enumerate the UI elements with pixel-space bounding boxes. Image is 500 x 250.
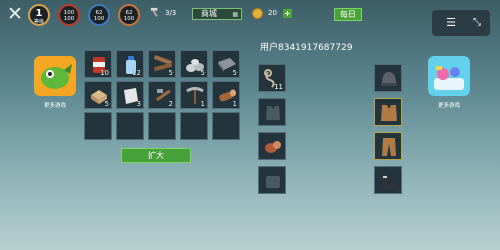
shop-label: 商城 (201, 9, 217, 18)
inventory-slot-empty[interactable] (116, 112, 144, 140)
inventory-slot-empty[interactable] (212, 112, 240, 140)
item-count: 5 (232, 69, 237, 77)
food-stat: 62 100 (118, 4, 140, 26)
meat-icon (265, 141, 281, 153)
coin-icon (252, 8, 263, 19)
beanie-icon (381, 72, 397, 86)
more-games-label: 更多游戏 (43, 103, 66, 109)
coin-count: 20 (268, 9, 277, 17)
hand-slot[interactable] (258, 132, 286, 160)
more-games-label: 更多游戏 (437, 103, 460, 109)
more-games-icon (34, 56, 76, 96)
inventory-slot[interactable]: 1 (180, 81, 208, 109)
more-games-icon (428, 56, 470, 96)
level-label: 等级 (33, 19, 44, 25)
level-badge: 1 等级 (28, 4, 50, 26)
inventory-slot[interactable]: 12 (116, 50, 144, 78)
hand-slot[interactable]: 11 (258, 64, 286, 92)
item-count: 3 (136, 100, 141, 108)
health-max: 100 (63, 16, 75, 22)
add-coins-button[interactable]: + (283, 9, 292, 18)
shop-icon: ▦ (232, 11, 238, 18)
inventory-slot[interactable]: 5 (212, 50, 240, 78)
equipment-slot-head[interactable] (374, 64, 402, 92)
menu-icon: ☰ (446, 16, 456, 29)
item-count: 2 (168, 100, 173, 108)
boots-slot-icon (266, 176, 280, 188)
build-counter: 3/3 (165, 9, 177, 17)
hand-slot[interactable] (258, 166, 286, 194)
expand-inventory-button[interactable]: 扩大 (121, 148, 191, 163)
vest-slot-icon (266, 106, 280, 120)
close-button[interactable]: ✕ (7, 3, 23, 25)
boots-icon (382, 174, 396, 189)
close-icon: ✕ (7, 3, 23, 25)
leather-vest-icon (381, 105, 397, 121)
inventory-slot[interactable]: 5 (84, 81, 112, 109)
inventory-slot[interactable]: 3 (116, 81, 144, 109)
more-games-left[interactable]: 更多游戏 (34, 56, 76, 109)
player-name: 用户8341917687729 (260, 43, 353, 53)
collapse-button[interactable]: ⤡ (470, 16, 484, 30)
inventory-slot[interactable]: 2 (148, 81, 176, 109)
item-count: 1 (232, 100, 237, 108)
shop-button[interactable]: 商城 ▦ (192, 8, 242, 20)
item-count: 10 (100, 69, 109, 77)
item-count: 5 (104, 100, 109, 108)
item-count: 5 (168, 69, 173, 77)
inventory-slot[interactable]: 10 (84, 50, 112, 78)
health-stat: 100 100 (58, 4, 80, 26)
equipment-slot-feet[interactable] (374, 166, 402, 194)
more-games-right[interactable]: 更多游戏 (428, 56, 470, 109)
leather-pants-icon (382, 138, 396, 156)
top-hud: ✕ 1 等级 100 100 62 100 62 100 3/3 商城 ▦ 20… (0, 0, 500, 30)
equipment-slot-body[interactable] (374, 98, 402, 126)
collapse-icon: ⤡ (473, 17, 481, 28)
inventory-slot-empty[interactable] (148, 112, 176, 140)
inventory-slot[interactable]: 5 (180, 50, 208, 78)
hammer-icon (150, 7, 158, 17)
item-count: 1 (200, 100, 205, 108)
food-max: 100 (123, 16, 135, 22)
water-stat: 62 100 (88, 4, 110, 26)
item-count: 11 (274, 83, 283, 91)
daily-button[interactable]: 每日 (334, 8, 362, 21)
inventory-slot[interactable]: 5 (148, 50, 176, 78)
inventory-slot[interactable]: 1 (212, 81, 240, 109)
inventory-slot-empty[interactable] (84, 112, 112, 140)
menu-button[interactable]: ☰ (444, 16, 458, 30)
inventory-slot-empty[interactable] (180, 112, 208, 140)
item-count: 12 (132, 69, 141, 77)
water-max: 100 (93, 16, 105, 22)
item-count: 5 (200, 69, 205, 77)
hand-slot[interactable] (258, 98, 286, 126)
equipment-slot-legs[interactable] (374, 132, 402, 160)
